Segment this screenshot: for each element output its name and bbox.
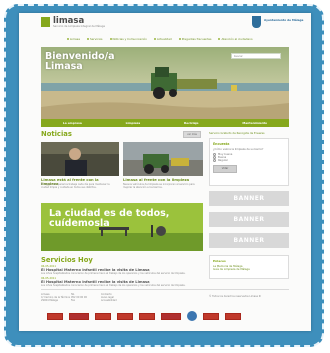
partner-logo[interactable] xyxy=(203,312,219,320)
service-body: Los niños hospitalizados conocieron de p… xyxy=(41,272,186,275)
footer-divider xyxy=(41,289,289,290)
partner-logo[interactable] xyxy=(161,312,181,320)
banner-slot[interactable]: BANNER xyxy=(209,233,289,248)
partner-logo[interactable] xyxy=(187,311,197,321)
radio-icon[interactable] xyxy=(213,159,216,162)
campaign-banner[interactable]: La ciudad es de todos, cuídemosla xyxy=(41,203,203,251)
section-link[interactable]: Reciclaje xyxy=(184,121,199,125)
partner-logo[interactable] xyxy=(225,312,241,320)
nav-item[interactable]: Limasa xyxy=(67,37,80,41)
partner-logo[interactable] xyxy=(69,312,89,320)
section-link[interactable]: Limpieza xyxy=(126,121,141,125)
poll-option[interactable]: Regular xyxy=(213,159,285,162)
ayuntamiento-shield-icon xyxy=(252,16,261,28)
partner-logo[interactable] xyxy=(95,312,111,320)
search-input[interactable]: buscar xyxy=(231,53,281,59)
hero-banner: Bienvenido/a Limasa buscar xyxy=(41,47,289,119)
banner-slot[interactable]: BANNER xyxy=(209,191,289,206)
logo-subtitle: Servicio de Limpieza Integral de Málaga xyxy=(53,25,105,28)
section-link[interactable]: La empresa xyxy=(63,121,82,125)
links-box: Enlaces La Memoria de Málaga Guía de Lim… xyxy=(209,255,289,279)
notice-link[interactable]: Servicio Gratuito de Recogida de Enseres xyxy=(209,131,289,135)
nav-item[interactable]: Preguntas frecuentes xyxy=(178,37,211,41)
footer-copyright: © Todos los derechos reservados Limasa I… xyxy=(209,295,261,298)
website-screenshot: limasa Servicio de Limpieza Integral de … xyxy=(19,13,311,331)
nav-item[interactable]: Servicios xyxy=(86,37,103,41)
partner-logo[interactable] xyxy=(47,312,63,320)
service-body: Los niños hospitalizados conocieron de p… xyxy=(41,284,186,287)
ayuntamiento-logo[interactable]: Ayuntamiento de Málaga xyxy=(264,18,304,22)
banner-slot[interactable]: BANNER xyxy=(209,212,289,227)
news-body: Nuevos vehículos de limpieza se incorpor… xyxy=(123,183,195,189)
links-title: Enlaces xyxy=(213,259,226,263)
vote-button[interactable]: Votar xyxy=(213,165,237,173)
news-title: Noticias xyxy=(41,130,72,138)
poll-box: Encuesta ¿Cómo valora la limpieza de su … xyxy=(209,138,289,186)
news-image[interactable] xyxy=(41,142,119,176)
services-title: Servicios Hoy xyxy=(41,256,93,264)
section-link[interactable]: Mantenimiento xyxy=(242,121,267,125)
limasa-logo-mark xyxy=(41,17,50,27)
sidebar-link[interactable]: Guía de Limpieza de Málaga xyxy=(213,268,285,271)
partner-logos xyxy=(47,311,241,321)
nav-item[interactable]: Atención al ciudadano xyxy=(218,37,253,41)
partner-logo[interactable] xyxy=(117,312,133,320)
service-item[interactable]: 06-05-2011 El Hospital Materno infantil … xyxy=(41,265,203,275)
partner-logo[interactable] xyxy=(139,312,155,320)
poll-question: ¿Cómo valora la limpieza de su barrio? xyxy=(213,148,264,151)
footer-column[interactable]: Contacto Aviso legal Accesibilidad xyxy=(101,293,117,302)
news-image[interactable] xyxy=(123,142,203,176)
poll-title: Encuesta xyxy=(213,142,230,146)
nav-item[interactable]: Actualidad xyxy=(153,37,172,41)
section-bar: La empresa Limpieza Reciclaje Mantenimie… xyxy=(41,119,289,127)
nav-item[interactable]: Noticias y Comunicación xyxy=(109,37,147,41)
footer-column: Limasa C/ Camino de la Térmica 29004 Málag… xyxy=(41,293,70,302)
news-more-button[interactable]: ver más xyxy=(183,131,201,138)
footer-column: Tel. 952 00 00 00 Fax xyxy=(71,293,87,302)
main-nav: Limasa Servicios Noticias y Comunicación… xyxy=(67,36,267,42)
news-body: El equipo de operarios trabaja cada día … xyxy=(41,183,110,189)
hero-title: Bienvenido/a Limasa xyxy=(45,51,115,72)
service-item[interactable]: 06-05-2011 El Hospital Materno infantil … xyxy=(41,277,203,287)
news-headline[interactable]: Limasa al frente con la limpieza xyxy=(123,178,195,182)
campaign-title: La ciudad es de todos, cuídemosla xyxy=(49,208,170,229)
